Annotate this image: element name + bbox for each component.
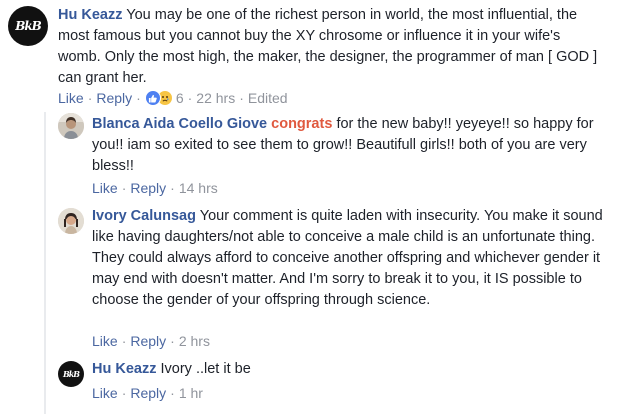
separator: · bbox=[170, 333, 175, 349]
timestamp[interactable]: 2 hrs bbox=[179, 332, 210, 350]
timestamp[interactable]: 22 hrs bbox=[196, 89, 235, 107]
reply-link[interactable]: Reply bbox=[96, 89, 132, 107]
reaction-count: 6 bbox=[175, 90, 184, 106]
separator: · bbox=[121, 180, 127, 196]
reply-body: Blanca Aida Coello Giove congrats for th… bbox=[92, 114, 602, 177]
reply-author[interactable]: Hu Keazz bbox=[92, 361, 156, 377]
reply-link[interactable]: Reply bbox=[130, 384, 166, 402]
reply-actions: Like · Reply · 1 hr bbox=[92, 384, 203, 402]
reply-actions: Like · Reply · 2 hrs bbox=[92, 332, 210, 350]
comment-actions: Like · Reply · 6 · 22 hrs · Edited bbox=[58, 89, 288, 107]
separator: · bbox=[121, 385, 127, 401]
like-link[interactable]: Like bbox=[92, 332, 118, 350]
profile-photo-icon bbox=[58, 113, 84, 139]
comment-body: Hu Keazz You may be one of the richest p… bbox=[58, 5, 606, 89]
reply-actions: Like · Reply · 14 hrs bbox=[92, 179, 218, 197]
profile-photo-icon bbox=[58, 208, 84, 234]
separator: · bbox=[170, 180, 175, 196]
separator: · bbox=[87, 90, 93, 106]
separator: · bbox=[170, 385, 175, 401]
thumbs-up-icon bbox=[144, 90, 161, 106]
avatar[interactable]: BkB bbox=[58, 361, 84, 387]
reply-thread-line bbox=[44, 112, 46, 414]
avatar[interactable] bbox=[58, 113, 84, 139]
separator: · bbox=[136, 90, 141, 106]
avatar[interactable] bbox=[58, 208, 84, 234]
mention-text: congrats bbox=[271, 116, 333, 132]
like-link[interactable]: Like bbox=[92, 384, 118, 402]
reply-body: Ivory Calunsag Your comment is quite lad… bbox=[92, 206, 608, 311]
reply-link[interactable]: Reply bbox=[130, 179, 166, 197]
like-link[interactable]: Like bbox=[92, 179, 118, 197]
like-link[interactable]: Like bbox=[58, 89, 84, 107]
reactions[interactable]: 6 bbox=[144, 89, 184, 107]
separator: · bbox=[239, 90, 244, 106]
reply-author[interactable]: Ivory Calunsag bbox=[92, 208, 196, 224]
avatar[interactable]: BkB bbox=[8, 6, 48, 46]
comment-text: You may be one of the richest person in … bbox=[58, 7, 598, 86]
comment-author[interactable]: Hu Keazz bbox=[58, 7, 122, 23]
timestamp[interactable]: 14 hrs bbox=[179, 179, 218, 197]
avatar-monogram: BkB bbox=[62, 369, 80, 379]
separator: · bbox=[187, 90, 193, 106]
avatar-monogram: BkB bbox=[15, 19, 42, 33]
reply-body: Hu Keazz Ivory ..let it be bbox=[92, 359, 602, 380]
edited-label[interactable]: Edited bbox=[248, 89, 288, 107]
reply-author[interactable]: Blanca Aida Coello Giove bbox=[92, 116, 267, 132]
reply-link[interactable]: Reply bbox=[130, 332, 166, 350]
separator: · bbox=[121, 333, 127, 349]
timestamp[interactable]: 1 hr bbox=[179, 384, 203, 402]
reply-text: Ivory ..let it be bbox=[160, 361, 251, 377]
